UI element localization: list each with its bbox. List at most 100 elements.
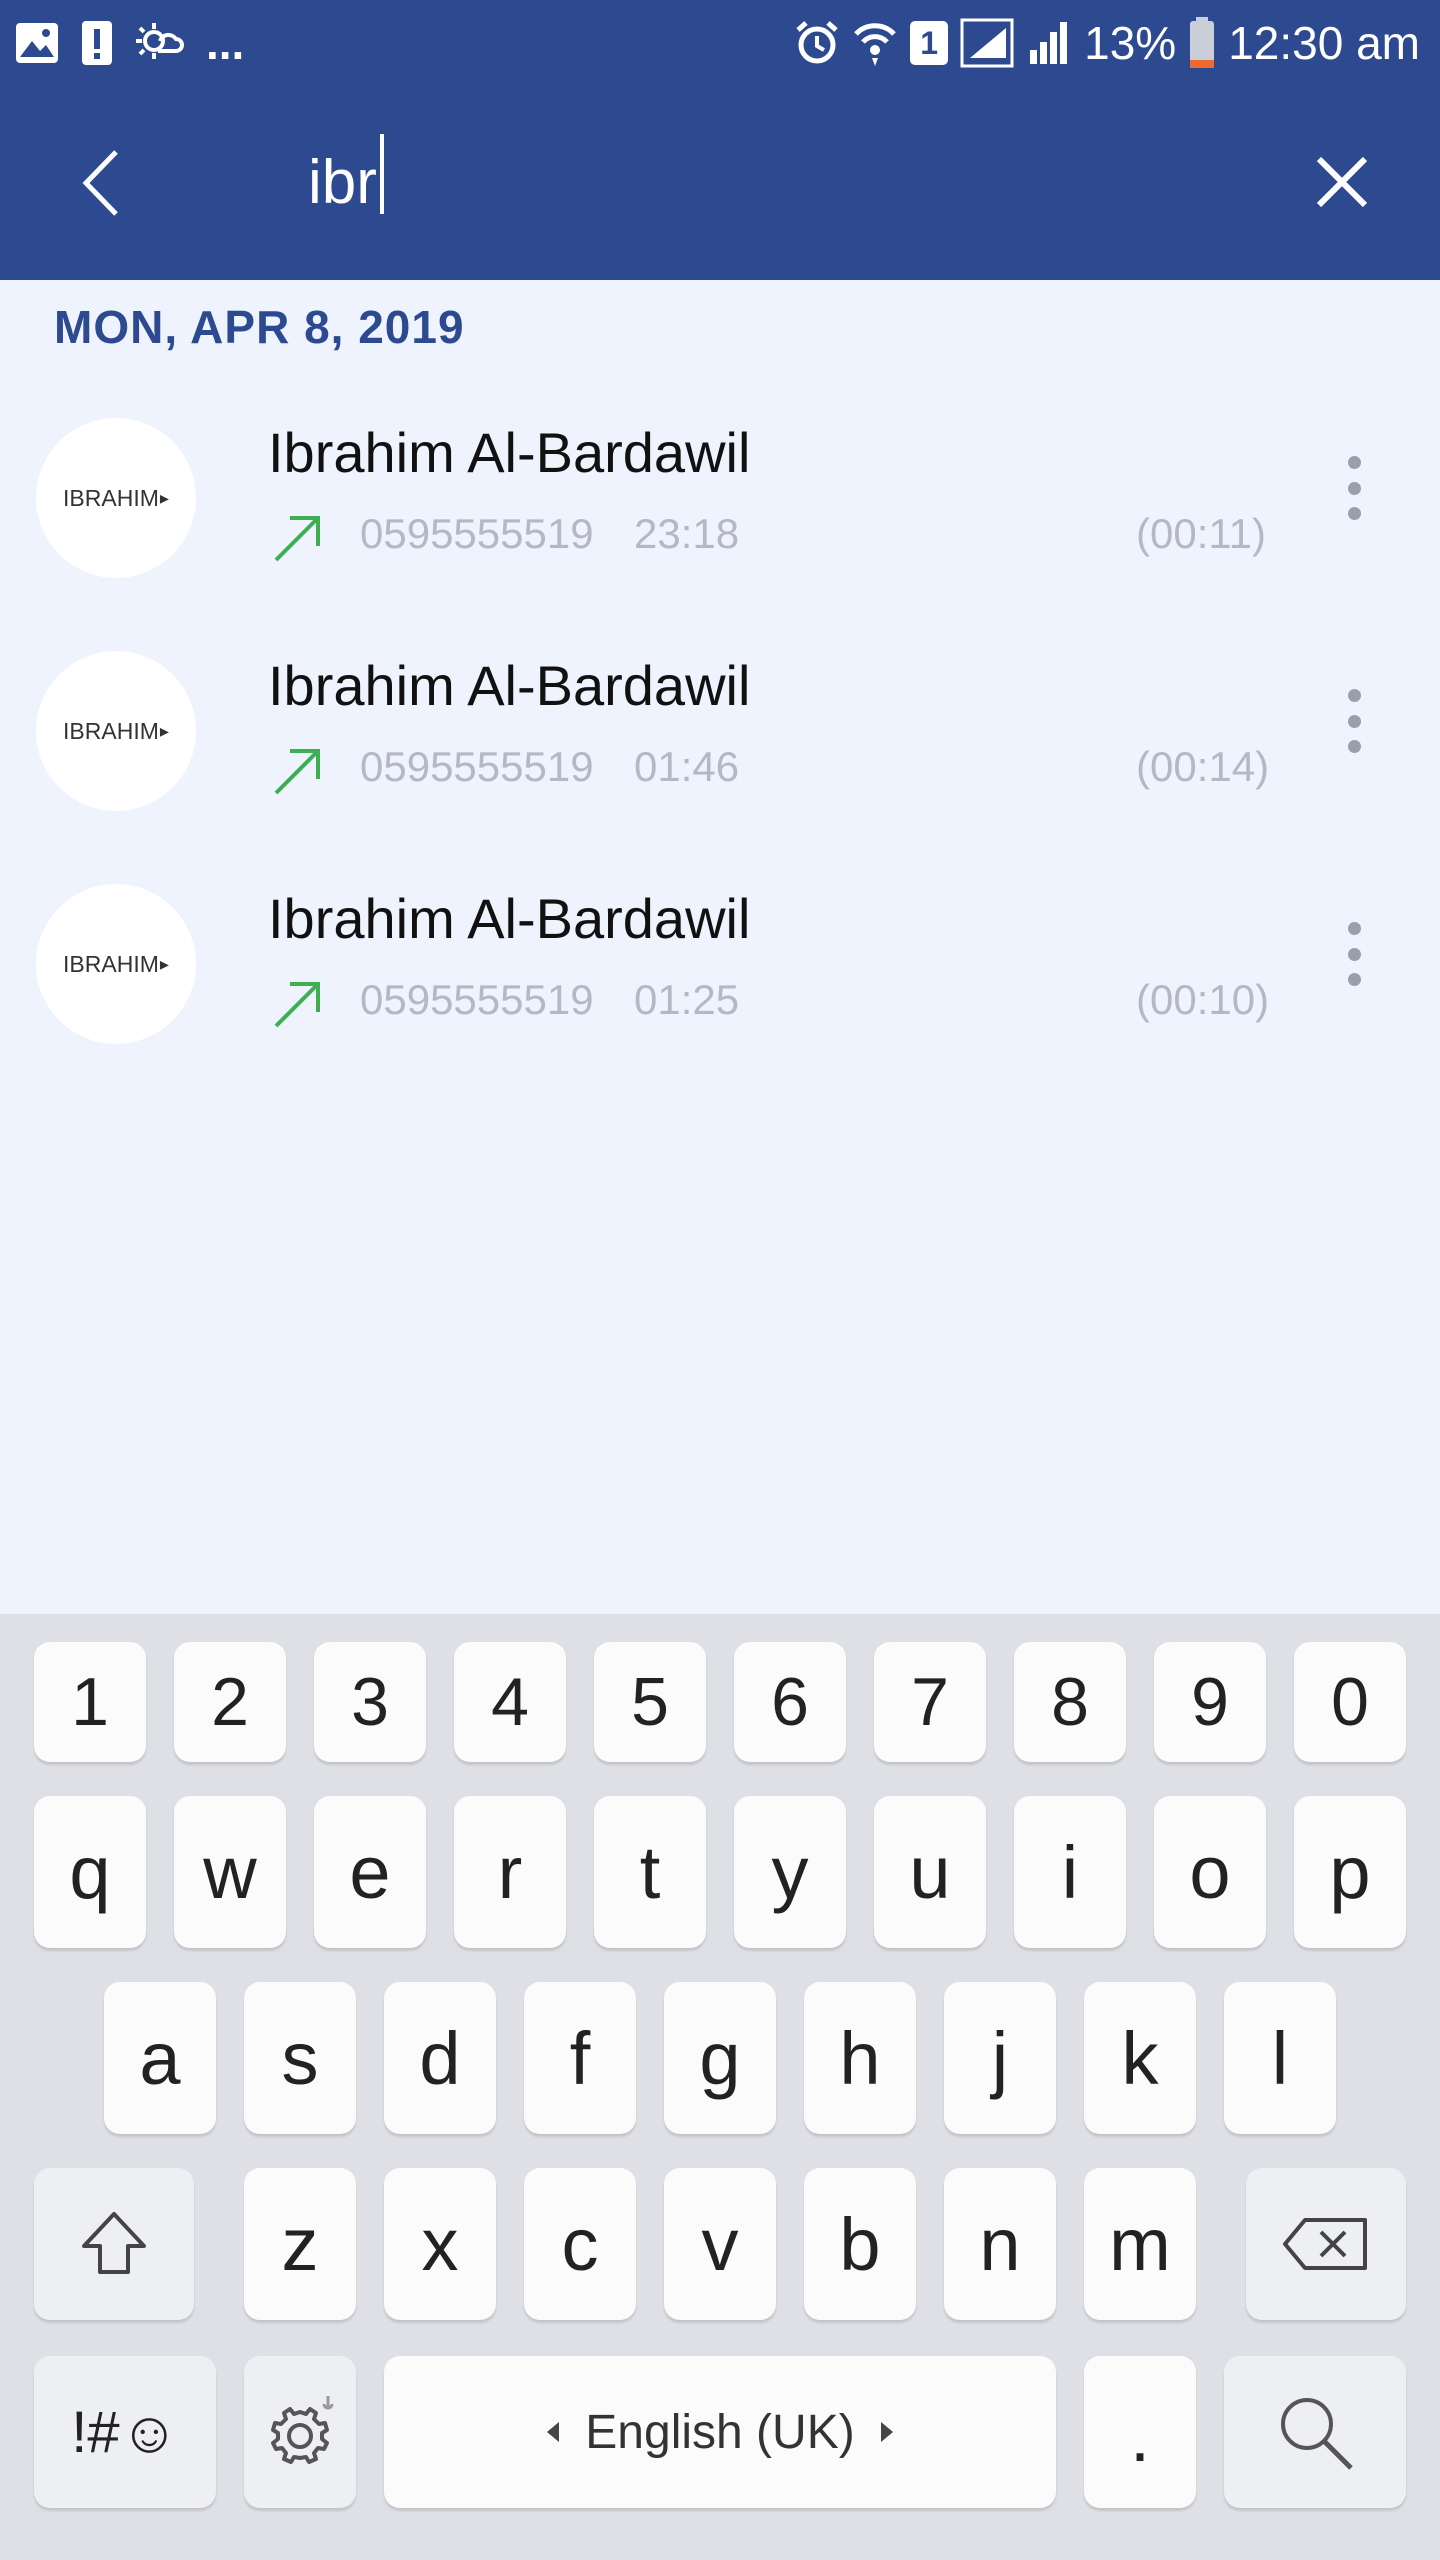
avatar[interactable]: IBRAHIM ▸: [36, 418, 196, 578]
call-log-item[interactable]: IBRAHIM ▸ Ibrahim Al-Bardawil 0595555519 …: [0, 408, 1440, 634]
signal-sim1-icon: [960, 18, 1014, 68]
key-s[interactable]: s: [244, 1982, 356, 2134]
key-k[interactable]: k: [1084, 1982, 1196, 2134]
key-t[interactable]: t: [594, 1796, 706, 1948]
outgoing-call-icon: [274, 749, 320, 795]
language-prev-icon: [547, 2422, 560, 2442]
key-b[interactable]: b: [804, 2168, 916, 2320]
settings-key[interactable]: [244, 2356, 356, 2508]
key-p[interactable]: p: [1294, 1796, 1406, 1948]
alarm-icon: [796, 21, 838, 64]
key-v[interactable]: v: [664, 2168, 776, 2320]
avatar[interactable]: IBRAHIM ▸: [36, 884, 196, 1044]
search-icon: [1281, 2398, 1353, 2470]
key-r[interactable]: r: [454, 1796, 566, 1948]
search-input[interactable]: [308, 134, 1208, 230]
key-d[interactable]: d: [384, 1982, 496, 2134]
more-options-button[interactable]: [1330, 681, 1378, 761]
key-2[interactable]: 2: [174, 1642, 286, 1762]
battery-icon: [1190, 17, 1215, 68]
clear-search-button[interactable]: [1300, 140, 1384, 224]
call-duration: (00:10): [1136, 976, 1270, 1023]
shift-key[interactable]: [34, 2168, 194, 2320]
call-time: 01:25: [634, 976, 740, 1023]
key-7[interactable]: 7: [874, 1642, 986, 1762]
close-icon: [1316, 156, 1368, 208]
more-options-button[interactable]: [1330, 914, 1378, 994]
key-g[interactable]: g: [664, 1982, 776, 2134]
key-x[interactable]: x: [384, 2168, 496, 2320]
key-c[interactable]: c: [524, 2168, 636, 2320]
key-e[interactable]: e: [314, 1796, 426, 1948]
key-9[interactable]: 9: [1154, 1642, 1266, 1762]
contact-name: Ibrahim Al-Bardawil: [268, 654, 751, 717]
play-icon: ▸: [159, 487, 169, 508]
key-z[interactable]: z: [244, 2168, 356, 2320]
gallery-icon: [16, 23, 58, 63]
key-y[interactable]: y: [734, 1796, 846, 1948]
text-caret: [380, 134, 384, 214]
phone-number: 0595555519: [360, 743, 594, 790]
key-q[interactable]: q: [34, 1796, 146, 1948]
backspace-key[interactable]: [1246, 2168, 1406, 2320]
play-icon: ▸: [159, 720, 169, 741]
key-i[interactable]: i: [1014, 1796, 1126, 1948]
shift-icon: [82, 2212, 146, 2274]
key-1[interactable]: 1: [34, 1642, 146, 1762]
back-button[interactable]: [60, 141, 140, 225]
search-app-bar: [0, 86, 1440, 280]
symbols-key[interactable]: !#☺: [34, 2356, 216, 2508]
key-5[interactable]: 5: [594, 1642, 706, 1762]
language-next-icon: [880, 2422, 893, 2442]
contact-name: Ibrahim Al-Bardawil: [268, 421, 751, 484]
battery-percent: 13%: [1084, 17, 1177, 69]
key-h[interactable]: h: [804, 1982, 916, 2134]
call-log-item[interactable]: IBRAHIM ▸ Ibrahim Al-Bardawil 0595555519 …: [0, 874, 1440, 1100]
clock: 12:30 am: [1228, 17, 1420, 69]
key-l[interactable]: l: [1224, 1982, 1336, 2134]
key-a[interactable]: a: [104, 1982, 216, 2134]
weather-icon: [136, 23, 184, 59]
status-more-dots: ...: [206, 17, 245, 69]
key-f[interactable]: f: [524, 1982, 636, 2134]
avatar-text: IBRAHIM: [63, 484, 159, 511]
key-o[interactable]: o: [1154, 1796, 1266, 1948]
outgoing-call-icon: [274, 516, 320, 562]
call-log-item[interactable]: IBRAHIM ▸ Ibrahim Al-Bardawil 0595555519 …: [0, 641, 1440, 867]
space-bar[interactable]: English (UK): [384, 2356, 1056, 2508]
space-language-label: English (UK): [585, 2405, 855, 2459]
key-3[interactable]: 3: [314, 1642, 426, 1762]
key-n[interactable]: n: [944, 2168, 1056, 2320]
phone-number: 0595555519: [360, 976, 594, 1023]
status-system: 1 13% 12:30 am: [794, 10, 1420, 76]
contact-name: Ibrahim Al-Bardawil: [268, 887, 751, 950]
avatar[interactable]: IBRAHIM ▸: [36, 651, 196, 811]
chevron-left-icon: [82, 150, 118, 216]
key-j[interactable]: j: [944, 1982, 1056, 2134]
key-m[interactable]: m: [1084, 2168, 1196, 2320]
gear-icon: [271, 2396, 334, 2464]
phone-number: 0595555519: [360, 510, 594, 557]
key-w[interactable]: w: [174, 1796, 286, 1948]
backspace-icon: [1283, 2218, 1367, 2270]
play-icon: ▸: [159, 953, 169, 974]
key-8[interactable]: 8: [1014, 1642, 1126, 1762]
search-key[interactable]: [1224, 2356, 1406, 2508]
key-6[interactable]: 6: [734, 1642, 846, 1762]
alert-icon: [82, 21, 112, 65]
call-duration: (00:11): [1136, 510, 1266, 557]
key-0[interactable]: 0: [1294, 1642, 1406, 1762]
wifi-calling-icon: [854, 23, 896, 66]
more-options-button[interactable]: [1330, 448, 1378, 528]
keyboard: 1 2 3 4 5 6 7 8 9 0 q w e r t y u i o p …: [0, 1614, 1440, 2560]
key-4[interactable]: 4: [454, 1642, 566, 1762]
key-u[interactable]: u: [874, 1796, 986, 1948]
call-time: 01:46: [634, 743, 740, 790]
outgoing-call-icon: [274, 982, 320, 1028]
status-notifications: ...: [14, 17, 244, 69]
date-header: MON, APR 8, 2019: [54, 301, 465, 353]
sim-indicator: 1: [910, 21, 949, 65]
call-time: 23:18: [634, 510, 740, 557]
period-key[interactable]: .: [1084, 2356, 1196, 2508]
avatar-text: IBRAHIM: [63, 717, 159, 744]
